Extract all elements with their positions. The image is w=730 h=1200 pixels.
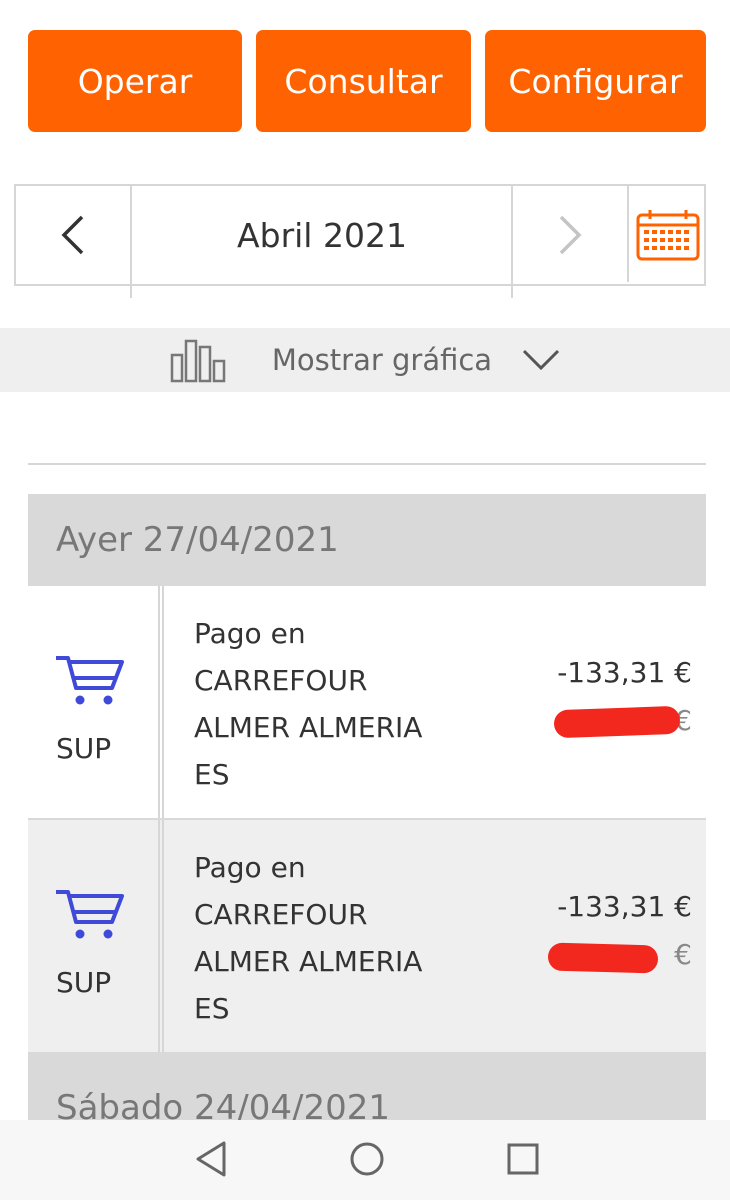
redaction-mark	[547, 942, 659, 974]
home-circle-icon[interactable]	[349, 1140, 385, 1178]
description-line: ES	[194, 758, 230, 791]
balance-value: €	[542, 704, 692, 744]
back-triangle-icon[interactable]	[194, 1140, 228, 1178]
description-line: CARREFOUR	[194, 664, 368, 697]
chevron-down-icon	[523, 349, 560, 371]
show-chart-label: Mostrar gráfica	[271, 343, 493, 377]
consultar-button[interactable]: Consultar	[256, 30, 471, 132]
day-header: Ayer 27/04/2021	[28, 494, 706, 586]
chevron-right-icon	[559, 215, 582, 255]
transaction-amount: -133,31 €	[557, 656, 692, 689]
previous-month-button[interactable]	[16, 186, 130, 284]
description-line: Pago en	[194, 851, 306, 884]
day-header-label: Sábado 24/04/2021	[56, 1088, 390, 1120]
day-header: Sábado 24/04/2021	[28, 1054, 706, 1120]
balance-value: €	[542, 938, 692, 978]
transaction-description: Pago en CARREFOUR ALMER ALMERIA ES	[194, 610, 454, 798]
description-line: ES	[194, 992, 230, 1025]
android-navigation-bar	[0, 1120, 730, 1200]
category-cell: SUP	[28, 820, 158, 1052]
month-navigator: Abril 2021	[14, 184, 706, 298]
chevron-left-icon	[61, 215, 84, 255]
description-line: CARREFOUR	[194, 898, 368, 931]
current-month-label: Abril 2021	[237, 215, 407, 255]
calendar-button[interactable]	[629, 186, 706, 284]
category-code: SUP	[56, 732, 112, 765]
column-divider	[158, 820, 164, 1052]
redaction-mark	[553, 705, 681, 739]
description-line: Pago en	[194, 617, 306, 650]
next-month-button[interactable]	[513, 186, 627, 284]
bar-chart-icon	[170, 339, 226, 383]
divider	[28, 463, 706, 465]
description-line: ALMER ALMERIA	[194, 711, 423, 744]
transaction-row[interactable]: SUP Pago en CARREFOUR ALMER ALMERIA ES -…	[28, 586, 706, 820]
configurar-button[interactable]: Configurar	[485, 30, 706, 132]
calendar-icon	[636, 210, 699, 261]
transaction-amount: -133,31 €	[557, 890, 692, 923]
operar-button[interactable]: Operar	[28, 30, 242, 132]
shopping-cart-icon	[56, 890, 124, 939]
show-chart-toggle[interactable]: Mostrar gráfica	[0, 328, 730, 392]
category-code: SUP	[56, 966, 112, 999]
shopping-cart-icon	[56, 656, 124, 705]
transaction-description: Pago en CARREFOUR ALMER ALMERIA ES	[194, 844, 454, 1032]
category-cell: SUP	[28, 586, 158, 818]
transaction-row[interactable]: SUP Pago en CARREFOUR ALMER ALMERIA ES -…	[28, 820, 706, 1054]
column-divider	[158, 586, 164, 818]
balance-currency: €	[674, 938, 692, 971]
recents-square-icon[interactable]	[506, 1140, 540, 1178]
description-line: ALMER ALMERIA	[194, 945, 423, 978]
